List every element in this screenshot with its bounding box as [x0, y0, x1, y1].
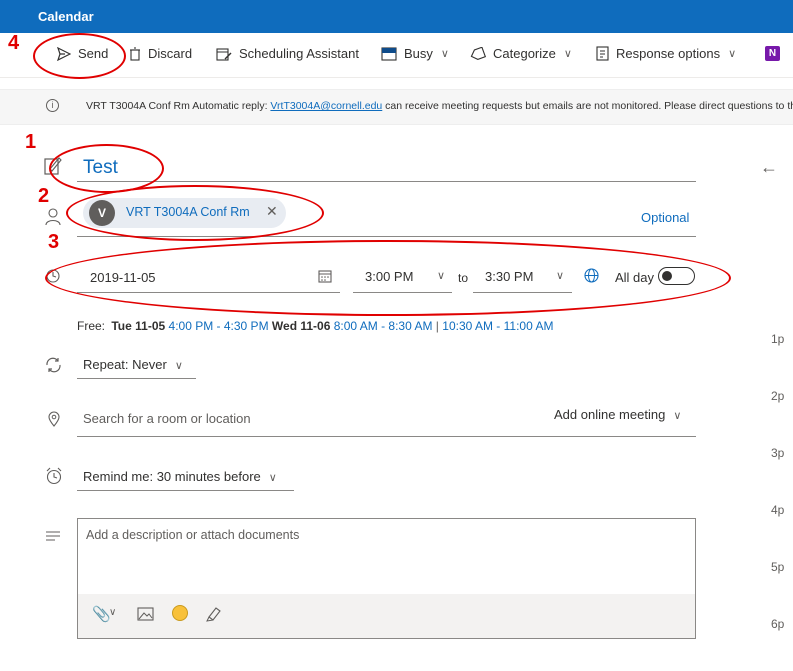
- banner-email-link[interactable]: VrtT3004A@cornell.edu: [270, 100, 382, 112]
- reminder-underline: [77, 490, 294, 491]
- timeline-hour: 2p: [771, 389, 785, 403]
- timeline-hour: 4p: [771, 503, 785, 517]
- location-search-input[interactable]: Search for a room or location: [83, 411, 251, 426]
- app-title: Calendar: [38, 9, 94, 24]
- chevron-down-icon: ∨: [728, 48, 737, 60]
- timeline-hour: 6p: [771, 617, 785, 631]
- free-day-1: Tue 11-05: [111, 319, 166, 333]
- optional-attendees-link[interactable]: Optional: [641, 210, 689, 225]
- annotation-number-2: 2: [38, 185, 50, 207]
- format-painter-icon[interactable]: [206, 605, 222, 622]
- delete-icon: [130, 46, 140, 61]
- chevron-down-icon: ∨: [174, 360, 183, 372]
- back-arrow-icon[interactable]: ←: [760, 157, 778, 178]
- description-placeholder: Add a description or attach documents: [86, 528, 300, 542]
- reminder-dropdown[interactable]: Remind me: 30 minutes before ∨: [83, 469, 277, 484]
- annotation-number-3: 3: [48, 231, 60, 253]
- busy-status-dropdown[interactable]: Busy ∨: [381, 46, 449, 61]
- free-slot-1[interactable]: 4:00 PM - 4:30 PM: [169, 319, 269, 333]
- repeat-underline: [77, 378, 196, 379]
- annotation-ellipse-title: [49, 144, 164, 193]
- annotation-number-1: 1: [25, 131, 37, 153]
- annotation-number-4: 4: [8, 32, 20, 54]
- chevron-down-icon: ∨: [563, 48, 572, 60]
- description-toolbar: 📎 ∨: [78, 594, 695, 638]
- info-banner: i VRT T3004A Conf Rm Automatic reply: Vr…: [0, 89, 793, 125]
- response-options-dropdown[interactable]: Response options ∨: [596, 46, 736, 61]
- chevron-down-icon[interactable]: ∨: [109, 607, 116, 618]
- annotation-ellipse-send: [33, 33, 126, 79]
- app-title-bar: Calendar: [0, 0, 793, 33]
- add-online-meeting-dropdown[interactable]: Add online meeting ∨: [554, 407, 681, 422]
- repeat-dropdown[interactable]: Repeat: Never ∨: [83, 357, 183, 372]
- person-icon: [45, 208, 61, 226]
- categorize-dropdown[interactable]: Categorize ∨: [470, 46, 572, 61]
- attach-icon[interactable]: 📎: [92, 605, 111, 623]
- free-day-2: Wed 11-06: [271, 319, 331, 333]
- chevron-down-icon: ∨: [673, 410, 682, 422]
- free-slot-2[interactable]: 8:00 AM - 8:30 AM: [334, 319, 433, 333]
- timeline-hour: 1p: [771, 332, 785, 346]
- timeline-hour: 3p: [771, 446, 785, 460]
- chevron-down-icon: ∨: [268, 472, 277, 484]
- discard-button[interactable]: Discard: [129, 46, 192, 61]
- info-icon: i: [46, 99, 59, 112]
- tag-icon: [470, 46, 486, 60]
- annotation-ellipse-attendee: [66, 185, 324, 241]
- calendar-edit-icon: [216, 47, 232, 61]
- insert-image-icon[interactable]: [137, 607, 154, 621]
- scheduling-assistant-button[interactable]: Scheduling Assistant: [216, 46, 359, 61]
- onenote-icon[interactable]: N: [765, 46, 780, 61]
- location-pin-icon: [48, 411, 60, 427]
- timeline-hour: 5p: [771, 560, 785, 574]
- description-lines-icon: [46, 531, 60, 541]
- emoji-icon[interactable]: [172, 605, 188, 621]
- chevron-down-icon: ∨: [440, 48, 449, 60]
- response-options-icon: [596, 46, 609, 61]
- alarm-clock-icon: [46, 467, 62, 485]
- annotation-ellipse-datetime: [45, 240, 731, 316]
- location-underline: [77, 436, 696, 437]
- busy-status-icon: [381, 46, 397, 61]
- title-underline: [77, 181, 696, 182]
- free-times-row: Free: Tue 11-05 4:00 PM - 4:30 PM Wed 11…: [77, 319, 554, 333]
- repeat-icon: [46, 357, 61, 373]
- free-slot-3[interactable]: 10:30 AM - 11:00 AM: [442, 319, 553, 333]
- banner-text: VRT T3004A Conf Rm Automatic reply: VrtT…: [86, 100, 793, 112]
